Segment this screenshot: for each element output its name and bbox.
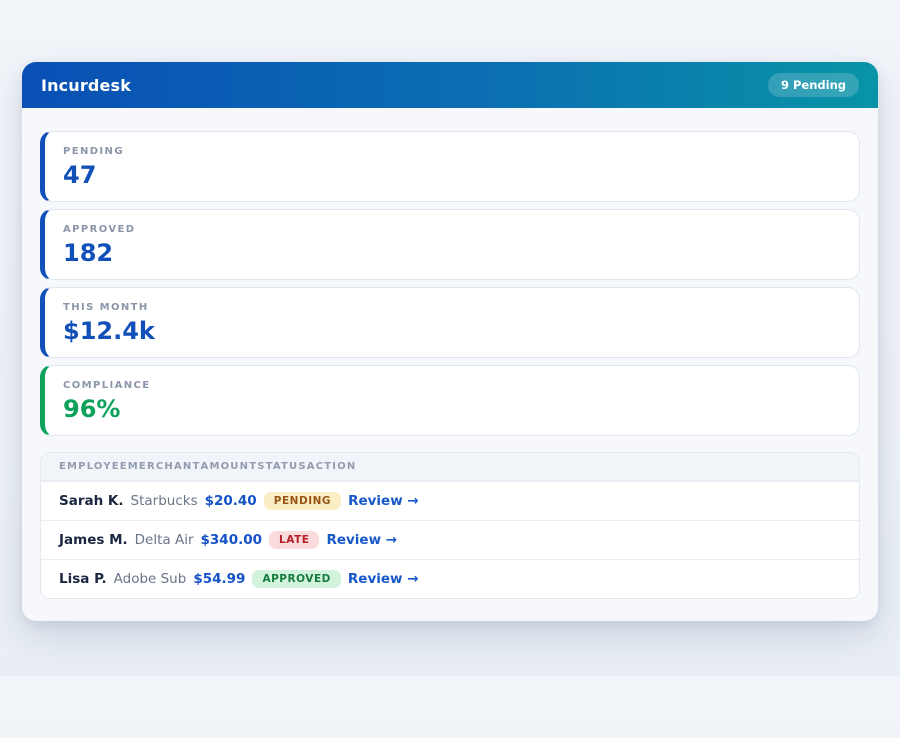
stat-card-approved: APPROVED 182 (40, 209, 860, 280)
review-link[interactable]: Review → (348, 571, 419, 587)
stat-label: PENDING (63, 146, 841, 157)
status-badge: LATE (269, 531, 319, 549)
stat-label: COMPLIANCE (63, 380, 841, 391)
column-header-amount: AMOUNT (201, 461, 258, 472)
app-header: Incurdesk 9 Pending (22, 62, 878, 108)
stat-card-this-month: THIS MONTH $12.4k (40, 287, 860, 358)
stat-value: 47 (63, 161, 841, 189)
stat-label: APPROVED (63, 224, 841, 235)
stat-value: 182 (63, 239, 841, 267)
employee-name: James M. (59, 532, 128, 548)
review-link[interactable]: Review → (326, 532, 397, 548)
column-header-action: ACTION (307, 461, 357, 472)
stat-value: $12.4k (63, 317, 841, 345)
incurdesk-card: Incurdesk 9 Pending PENDING 47 APPROVED … (22, 62, 878, 621)
merchant-name: Delta Air (135, 532, 194, 548)
table-row: James M. Delta Air $340.00 LATE Review → (41, 520, 859, 559)
merchant-name: Starbucks (131, 493, 198, 509)
stat-value: 96% (63, 395, 841, 423)
status-badge: APPROVED (252, 570, 340, 588)
stat-card-pending: PENDING 47 (40, 131, 860, 202)
app-body: PENDING 47 APPROVED 182 THIS MONTH $12.4… (22, 108, 878, 621)
amount-value: $20.40 (205, 493, 257, 509)
column-header-merchant: MERCHANT (128, 461, 201, 472)
table-row: Lisa P. Adobe Sub $54.99 APPROVED Review… (41, 559, 859, 598)
merchant-name: Adobe Sub (114, 571, 187, 587)
column-header-employee: EMPLOYEE (59, 461, 128, 472)
status-badge: PENDING (264, 492, 341, 510)
stat-label: THIS MONTH (63, 302, 841, 313)
app-title: Incurdesk (41, 76, 131, 95)
expense-table: EMPLOYEEMERCHANTAMOUNTSTATUSACTION Sarah… (40, 452, 860, 599)
employee-name: Sarah K. (59, 493, 124, 509)
pending-count-badge[interactable]: 9 Pending (768, 73, 859, 97)
review-link[interactable]: Review → (348, 493, 419, 509)
amount-value: $340.00 (201, 532, 263, 548)
table-header-row: EMPLOYEEMERCHANTAMOUNTSTATUSACTION (41, 453, 859, 481)
amount-value: $54.99 (193, 571, 245, 587)
employee-name: Lisa P. (59, 571, 107, 587)
column-header-status: STATUS (257, 461, 307, 472)
stat-card-compliance: COMPLIANCE 96% (40, 365, 860, 436)
table-row: Sarah K. Starbucks $20.40 PENDING Review… (41, 481, 859, 520)
